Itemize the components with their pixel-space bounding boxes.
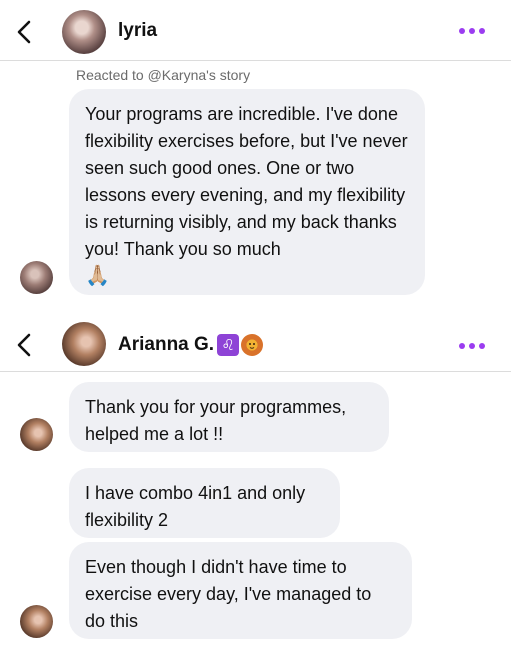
message-bubble[interactable]: Your programs are incredible. I've done … bbox=[69, 89, 425, 295]
more-options-button[interactable] bbox=[455, 26, 485, 36]
back-button[interactable] bbox=[10, 331, 38, 359]
more-options-button[interactable] bbox=[455, 341, 485, 351]
more-dot-icon bbox=[479, 28, 485, 34]
message-bubble[interactable]: Thank you for your programmes, helped me… bbox=[69, 382, 389, 452]
more-dot-icon bbox=[459, 343, 465, 349]
message-text: Your programs are incredible. I've done … bbox=[85, 104, 408, 259]
divider bbox=[0, 371, 511, 372]
chevron-left-icon bbox=[17, 20, 31, 44]
chat-header: Arianna G. ♌ bbox=[0, 314, 511, 376]
story-reaction-note: Reacted to @Karyna's story bbox=[76, 67, 251, 83]
lion-face-icon bbox=[241, 334, 264, 356]
chat-thread-2: Arianna G. ♌ Thank you for your programm… bbox=[0, 314, 511, 651]
chevron-left-icon bbox=[17, 333, 31, 357]
message-text: Even though I didn't have time to exerci… bbox=[85, 557, 372, 631]
avatar[interactable] bbox=[62, 322, 106, 366]
more-dot-icon bbox=[459, 28, 465, 34]
avatar[interactable] bbox=[20, 418, 53, 451]
avatar[interactable] bbox=[20, 261, 53, 294]
message-text: Thank you for your programmes, helped me… bbox=[85, 397, 347, 444]
leo-zodiac-icon: ♌ bbox=[217, 334, 240, 356]
back-button[interactable] bbox=[10, 18, 38, 46]
more-dot-icon bbox=[479, 343, 485, 349]
more-dot-icon bbox=[469, 28, 475, 34]
chat-header: lyria bbox=[0, 0, 511, 62]
divider bbox=[0, 60, 511, 61]
contact-name-row[interactable]: Arianna G. ♌ bbox=[118, 334, 264, 356]
chat-thread-1: lyria Reacted to @Karyna's story Your pr… bbox=[0, 0, 511, 310]
avatar[interactable] bbox=[20, 605, 53, 638]
avatar[interactable] bbox=[62, 10, 106, 54]
folded-hands-emoji: 🙏🏼 bbox=[85, 265, 110, 287]
message-bubble[interactable]: I have combo 4in1 and only flexibility 2 bbox=[69, 468, 340, 538]
more-dot-icon bbox=[469, 343, 475, 349]
contact-name: Arianna G. bbox=[118, 334, 215, 355]
message-bubble[interactable]: Even though I didn't have time to exerci… bbox=[69, 542, 412, 639]
contact-name[interactable]: lyria bbox=[118, 20, 157, 42]
message-text: I have combo 4in1 and only flexibility 2 bbox=[85, 483, 306, 530]
